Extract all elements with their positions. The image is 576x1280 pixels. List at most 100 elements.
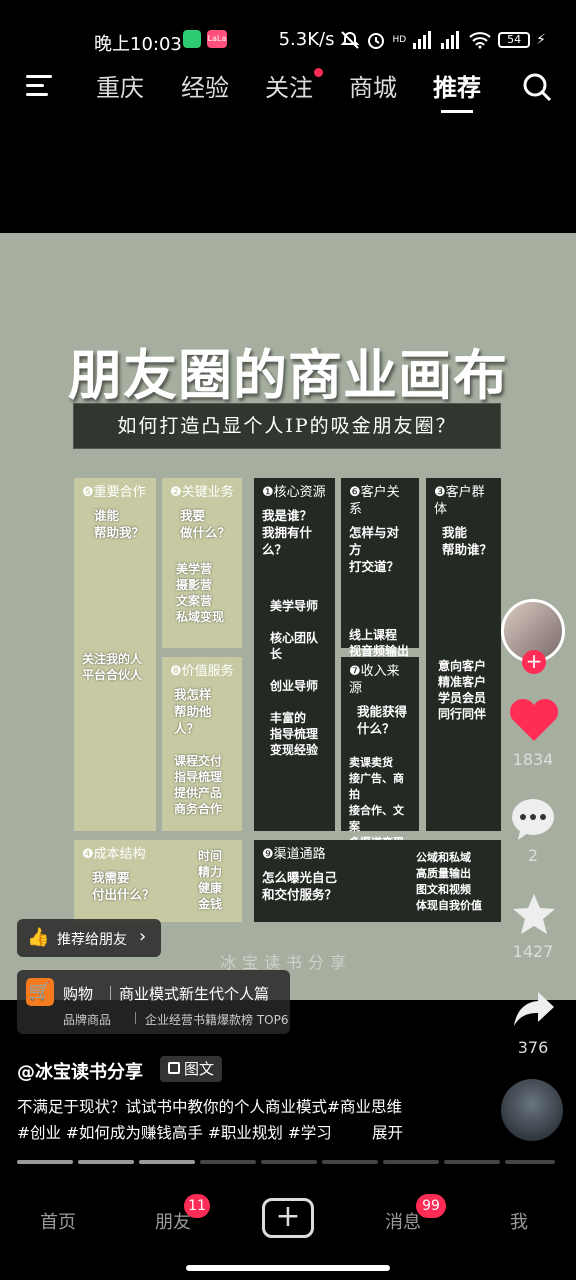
cell-list: 线上课程 视音频输出: [349, 628, 410, 658]
tab-mall[interactable]: 商城: [349, 68, 397, 103]
cell-list: 卖课卖货 接广告、商拍 接合作、文案 多渠道变现: [349, 756, 404, 849]
shopping-card[interactable]: 🛒 购物 商业模式新生代个人篇 品牌商品 企业经营书籍爆款榜 TOP6: [17, 970, 290, 1034]
cell-question: 我是谁？ 我拥有什么？: [262, 508, 313, 557]
tab-experience[interactable]: 经验: [181, 68, 229, 103]
cell-head: ❼收入来源: [349, 664, 400, 696]
comment-icon[interactable]: [510, 797, 556, 841]
music-avatar[interactable]: [501, 1079, 563, 1141]
messages-badge: 99: [416, 1194, 446, 1218]
cell-question: 谁能 帮助我？: [94, 508, 145, 540]
create-button[interactable]: +: [262, 1198, 314, 1238]
shop-title: 商业模式新生代个人篇: [119, 985, 270, 1003]
cell-key-partners: ❺重要合作 谁能 帮助我？ 关注我的人 平台合伙人: [74, 478, 156, 831]
cell-head: ❺重要合作: [82, 485, 146, 500]
bottom-nav: 首页 朋友 11 + 消息 99 我: [0, 1168, 576, 1280]
share-icon[interactable]: [512, 990, 556, 1028]
cell-list: 美学营 摄影营 文案营 私域变现: [176, 562, 225, 624]
cell-customer-relationships: ❻客户关系 怎样与对方 打交道？ 线上课程 视音频输出: [341, 478, 419, 658]
cell-head: ❽价值服务: [170, 664, 234, 679]
nav-messages[interactable]: 消息: [385, 1208, 421, 1234]
cart-icon: 🛒: [26, 978, 54, 1006]
progress-segment: [17, 1160, 73, 1164]
shop-sub2: 企业经营书籍爆款榜 TOP6: [145, 1013, 289, 1027]
like-count: 1834: [512, 750, 554, 769]
nav-me[interactable]: 我: [510, 1208, 528, 1234]
top-nav: 重庆 经验 关注 商城 推荐: [0, 58, 576, 116]
cell-list: 关注我的人 平台合伙人: [82, 652, 143, 682]
post-title: 朋友圈的商业画布: [68, 344, 508, 407]
caption-line-1: 不满足于现状？试试书中教你的个人商业模式#商业思维: [17, 1098, 402, 1116]
cell-head: ❷关键业务: [170, 485, 234, 500]
progress-segment: [200, 1160, 256, 1164]
progress-segment: [261, 1160, 317, 1164]
wifi-icon: [469, 31, 491, 48]
charging-icon: ⚡: [536, 31, 546, 48]
shop-divider-2: [135, 1012, 136, 1024]
cell-question: 我能 帮助谁？: [442, 525, 493, 557]
cell-head: ❸客户群体: [434, 485, 485, 517]
friends-badge: 11: [184, 1194, 210, 1218]
cell-key-resources: ❶核心资源 我是谁？ 我拥有什么？ 美学导师 核心团队长 创业导师 丰富的 指导…: [254, 478, 335, 831]
progress-segment: [322, 1160, 378, 1164]
thumbs-up-icon: 👍: [27, 927, 50, 948]
cell-revenue-streams: ❼收入来源 我能获得 什么？ 卖课卖货 接广告、商拍 接合作、文案 多渠道变现: [341, 657, 419, 849]
search-icon[interactable]: [522, 72, 552, 102]
cell-list: 时间 精力 健康 金钱: [198, 849, 223, 911]
menu-icon[interactable]: [26, 75, 52, 97]
shop-tag: 购物: [63, 985, 94, 1003]
cell-cost-structure: ❹成本结构 我需要 付出什么？ 时间 精力 健康 金钱: [74, 840, 242, 922]
post-type-tag: 图文: [160, 1056, 223, 1082]
progress-segment: [505, 1160, 555, 1164]
cell-list: 课程交付 指导梳理 提供产品 商务合作: [174, 754, 223, 816]
post-image[interactable]: 朋友圈的商业画布 如何打造凸显个人IP的吸金朋友圈？ ❺重要合作 谁能 帮助我？…: [0, 233, 576, 1000]
progress-segment: [444, 1160, 500, 1164]
author-handle[interactable]: @冰宝读书分享: [17, 1058, 143, 1084]
cell-question: 我要 做什么？: [180, 508, 231, 540]
status-bar: 晚上10:03 LaLa 5.3K/s HD 54 ⚡: [0, 0, 576, 58]
recommend-label: 推荐给朋友: [57, 932, 127, 948]
hd-label: HD: [392, 34, 407, 45]
recommend-to-friend-button[interactable]: 👍 推荐给朋友 ›: [17, 919, 161, 957]
image-post-icon: [168, 1062, 180, 1074]
cell-list: 美学导师 核心团队长 创业导师 丰富的 指导梳理 变现经验: [270, 599, 319, 757]
expand-button[interactable]: 展开: [372, 1121, 403, 1143]
nav-home[interactable]: 首页: [40, 1208, 76, 1234]
heart-icon[interactable]: [508, 697, 560, 743]
post-type-label: 图文: [184, 1060, 215, 1078]
alarm-icon: [368, 32, 385, 49]
cell-list: 公域和私域 高质量输出 图文和视频 体现自我价值: [416, 851, 482, 912]
cell-question: 我能获得 什么？: [357, 704, 408, 736]
cell-customer-segments: ❸客户群体 我能 帮助谁？ 意向客户 精准客户 学员会员 同行同伴: [426, 478, 501, 831]
cell-key-activities: ❷关键业务 我要 做什么？ 美学营 摄影营 文案营 私域变现: [162, 478, 242, 648]
cell-question: 怎样与对方 打交道？: [349, 525, 400, 574]
follow-plus-button[interactable]: +: [522, 650, 546, 674]
cell-head: ❻客户关系: [349, 485, 400, 517]
cell-question: 我怎样 帮助他人？: [174, 687, 212, 736]
home-indicator[interactable]: [186, 1265, 390, 1271]
cell-head: ❶核心资源: [262, 485, 326, 500]
progress-segment: [383, 1160, 439, 1164]
shop-divider: [110, 986, 111, 1000]
progress-segment: [78, 1160, 134, 1164]
shop-sub1: 品牌商品: [63, 1013, 112, 1027]
lala-app-icon: LaLa: [207, 30, 227, 48]
cell-value-proposition: ❽价值服务 我怎样 帮助他人？ 课程交付 指导梳理 提供产品 商务合作: [162, 657, 242, 831]
caption-line-2: #创业 #如何成为赚钱高手 #职业规划 #学习: [17, 1124, 332, 1142]
signal-icon-2: [441, 30, 460, 49]
post-subtitle: 如何打造凸显个人IP的吸金朋友圈？: [73, 403, 501, 449]
status-right: 5.3K/s HD 54 ⚡: [279, 29, 546, 50]
tab-following[interactable]: 关注: [265, 68, 313, 103]
mute-icon: [341, 30, 360, 49]
chevron-right-icon: ›: [139, 926, 147, 947]
cell-list: 意向客户 精准客户 学员会员 同行同伴: [438, 659, 487, 721]
following-dot: [314, 68, 323, 77]
shield-app-icon: [183, 30, 201, 48]
comment-count: 2: [527, 846, 539, 865]
favorite-count: 1427: [512, 942, 554, 961]
star-icon[interactable]: [512, 893, 556, 935]
progress-segment: [139, 1160, 195, 1164]
cell-channels: ❾渠道通路 怎么曝光自己 和交付服务？ 公域和私域 高质量输出 图文和视频 体现…: [254, 840, 501, 922]
battery-icon: 54: [498, 31, 531, 48]
tab-chongqing[interactable]: 重庆: [96, 68, 144, 103]
tab-recommend[interactable]: 推荐: [433, 68, 481, 113]
